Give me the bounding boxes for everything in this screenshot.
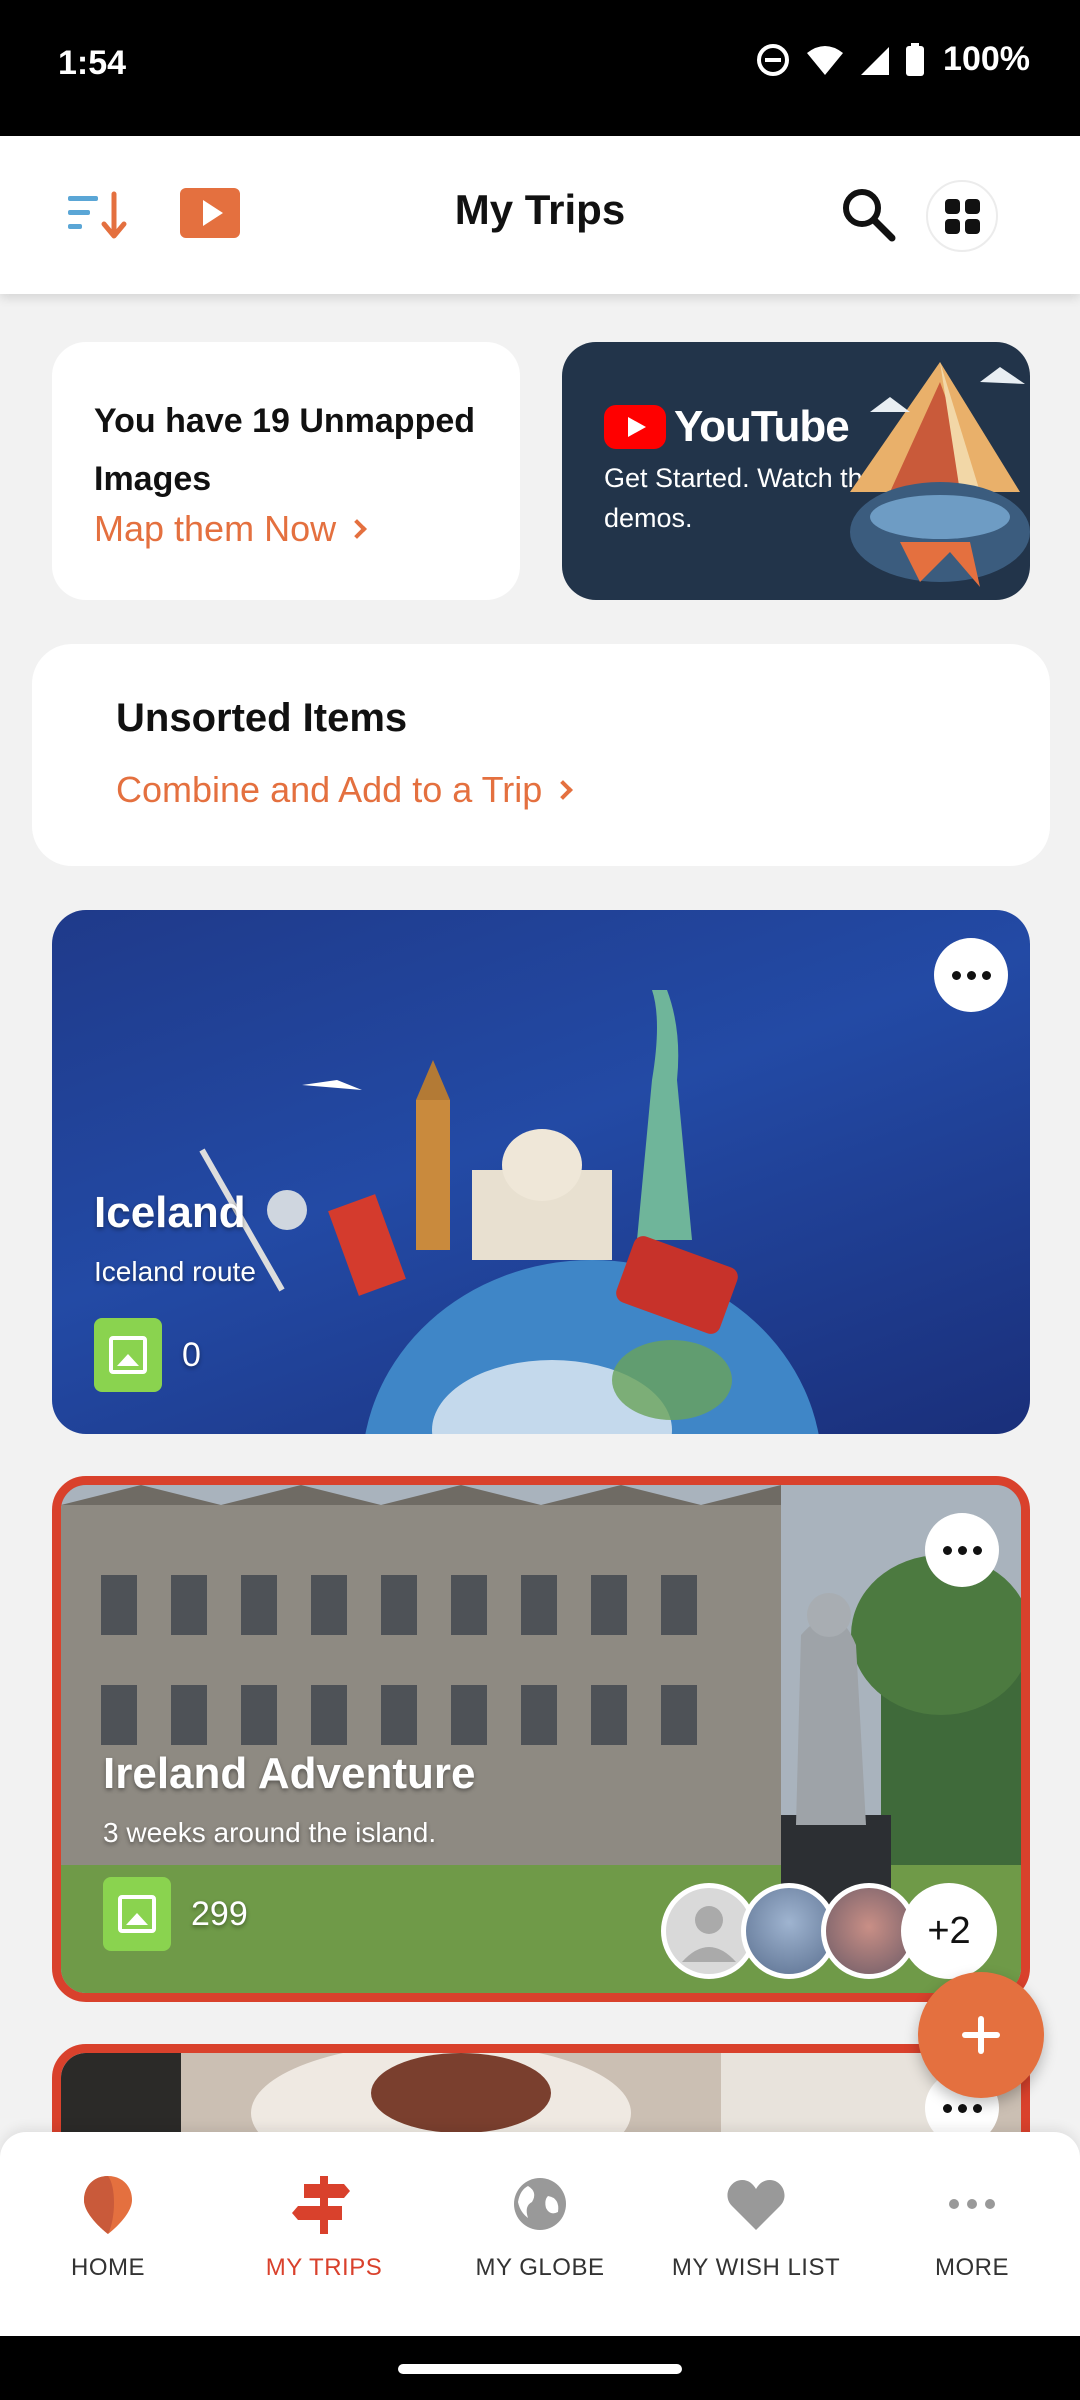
nav-my-wish-list[interactable]: MY WISH LIST (648, 2132, 864, 2336)
trip-more-button[interactable] (934, 938, 1008, 1012)
dot (972, 1545, 982, 1555)
map-them-now-link[interactable]: Map them Now (94, 508, 478, 550)
photo-count: 0 (182, 1336, 201, 1374)
youtube-demos-card[interactable]: YouTube Get Started. Watch the demos. (562, 342, 1030, 600)
dot (981, 970, 991, 980)
status-bar: 1:54 100% (0, 0, 1080, 136)
dot (972, 2103, 982, 2113)
dot (942, 2103, 952, 2113)
grid-square (944, 198, 960, 214)
page-title: My Trips (454, 186, 626, 233)
battery-icon (906, 42, 925, 76)
dot (966, 970, 976, 980)
trip-subtitle: 3 weeks around the island. (103, 1817, 437, 1848)
tent-illustration (850, 362, 1030, 587)
bottom-navigation: HOME MY TRIPS MY GLOBE MY WISH LIST MORE (0, 2132, 1080, 2336)
extra-members-count: +2 (901, 1883, 997, 1979)
heart-icon (727, 2180, 785, 2230)
unmapped-images-text: You have 19 Unmapped Images (94, 402, 476, 498)
grid-view-button[interactable] (926, 180, 998, 252)
battery-percentage: 100% (943, 40, 1030, 78)
map-them-now-label: Map them Now (94, 508, 337, 549)
chevron-right-icon (347, 519, 367, 539)
globe-icon (514, 2178, 566, 2230)
dot (957, 1545, 967, 1555)
unsorted-items-card[interactable]: Unsorted Items Combine and Add to a Trip (32, 644, 1050, 866)
status-icons: 100% (755, 40, 1030, 79)
trip-more-button[interactable] (925, 1513, 999, 1587)
trip-members[interactable]: +2 (661, 1883, 997, 1979)
nav-label: MY GLOBE (475, 2254, 605, 2281)
nav-label: MY TRIPS (265, 2254, 383, 2281)
photo-count: 299 (191, 1895, 248, 1933)
youtube-wordmark: YouTube (674, 402, 850, 451)
photo-icon (94, 1318, 162, 1392)
grid-square (964, 198, 980, 214)
combine-add-trip-label: Combine and Add to a Trip (116, 769, 543, 810)
youtube-logo: YouTube (604, 402, 850, 452)
do-not-disturb-icon (757, 43, 790, 76)
nav-more[interactable]: MORE (864, 2132, 1080, 2336)
nav-my-globe[interactable]: MY GLOBE (432, 2132, 648, 2336)
youtube-play-icon (604, 405, 666, 449)
photo-icon (103, 1877, 171, 1951)
add-trip-button[interactable] (918, 1972, 1044, 2098)
trip-subtitle: Iceland route (94, 1256, 256, 1287)
nav-label: MY WISH LIST (671, 2254, 841, 2281)
nav-my-trips[interactable]: MY TRIPS (216, 2132, 432, 2336)
search-icon[interactable] (838, 184, 898, 244)
default-user-icon (682, 1906, 736, 1962)
trip-name: Iceland (94, 1188, 246, 1237)
status-time: 1:54 (58, 44, 127, 82)
home-gesture-handle[interactable] (398, 2364, 682, 2374)
chevron-right-icon (553, 780, 574, 800)
more-dots-icon (949, 2199, 995, 2209)
signpost-icon (292, 2176, 350, 2234)
wifi-icon (807, 45, 844, 75)
nav-label: MORE (935, 2254, 1009, 2281)
trip-name: Ireland Adventure (103, 1749, 476, 1798)
dot (957, 2103, 967, 2113)
nav-label: HOME (71, 2254, 145, 2281)
dot (951, 970, 961, 980)
dot (942, 1545, 952, 1555)
app-bar: My Trips (0, 136, 1080, 294)
trip-card-iceland[interactable]: Iceland Iceland route 0 (52, 910, 1030, 1434)
unsorted-items-title: Unsorted Items (116, 696, 408, 740)
grid-square (944, 218, 960, 234)
combine-add-trip-link[interactable]: Combine and Add to a Trip (116, 769, 966, 811)
system-navigation-area (0, 2336, 1080, 2400)
trip-card-ireland-adventure[interactable]: Ireland Adventure 3 weeks around the isl… (52, 1476, 1030, 2002)
signal-icon (861, 46, 890, 75)
unmapped-images-card[interactable]: You have 19 Unmapped Images Map them Now (52, 342, 520, 600)
grid-square (964, 218, 980, 234)
map-pin-icon (84, 2176, 132, 2234)
nav-home[interactable]: HOME (0, 2132, 216, 2336)
